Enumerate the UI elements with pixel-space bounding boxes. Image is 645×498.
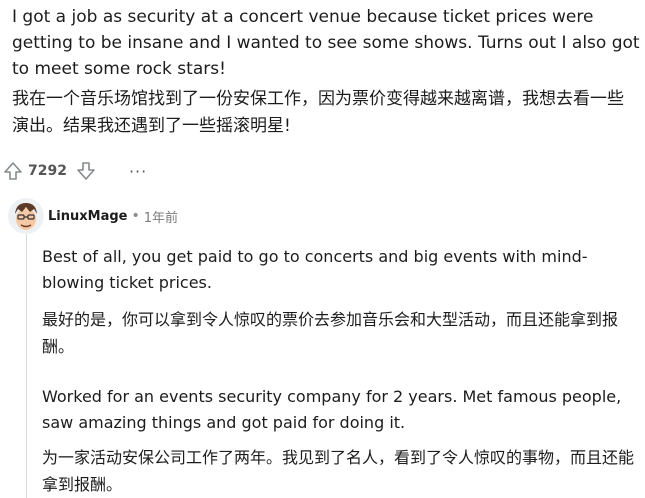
post-text-english: I got a job as security at a concert ven… bbox=[12, 7, 640, 79]
vote-count: 7292 bbox=[28, 163, 67, 179]
separator-dot: • bbox=[131, 208, 140, 224]
user-avatar-icon bbox=[8, 198, 44, 234]
post-text-chinese: 我在一个音乐场馆找到了一份安保工作，因为票价变得越来越离谱，我想去看一些演出。结… bbox=[12, 89, 624, 136]
arrow-down-icon bbox=[77, 162, 95, 180]
upvote-button[interactable] bbox=[0, 158, 26, 184]
comment-paragraph-3: Worked for an events security company fo… bbox=[42, 387, 622, 432]
arrow-up-icon bbox=[4, 162, 22, 180]
downvote-button[interactable] bbox=[73, 158, 99, 184]
comment-thread-line[interactable] bbox=[26, 232, 27, 498]
avatar[interactable] bbox=[8, 198, 44, 234]
comment-header: LinuxMage • 1年前 bbox=[8, 198, 178, 234]
vote-bar: 7292 ··· bbox=[0, 158, 300, 184]
comment-username[interactable]: LinuxMage bbox=[48, 209, 127, 224]
comment-paragraph-1: Best of all, you get paid to go to conce… bbox=[42, 247, 588, 292]
comment-paragraph-4: 为一家活动安保公司工作了两年。我见到了名人，看到了令人惊叹的事物，而且还能拿到报… bbox=[42, 448, 635, 494]
comment-paragraph-2: 最好的是，你可以拿到令人惊叹的票价去参加音乐会和大型活动，而且还能拿到报酬。 bbox=[42, 310, 619, 356]
comment-timestamp[interactable]: 1年前 bbox=[144, 207, 178, 226]
more-options-button[interactable]: ··· bbox=[129, 162, 147, 181]
